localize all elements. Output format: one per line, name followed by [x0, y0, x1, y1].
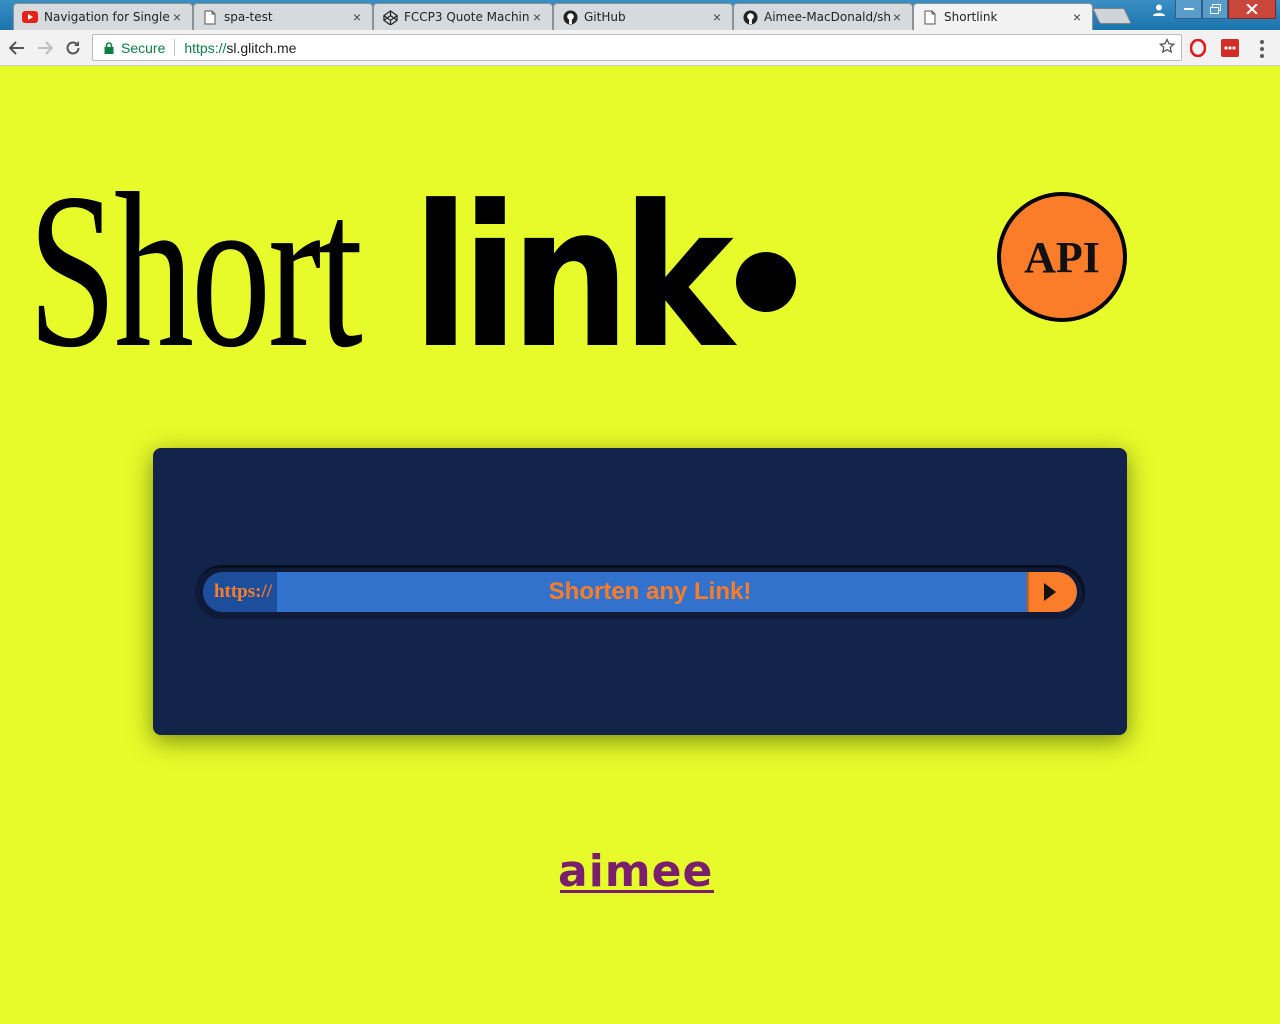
browser-tab[interactable]: Navigation for Single I ×	[13, 3, 193, 30]
user-icon[interactable]	[1148, 0, 1170, 19]
tab-label: Navigation for Single I	[44, 10, 170, 24]
url-prefix-label: https://	[203, 572, 277, 612]
logo-bold-word: link	[412, 164, 734, 392]
browser-tab[interactable]: Aimee-MacDonald/sh ×	[733, 3, 913, 30]
browser-tab[interactable]: FCCP3 Quote Machine ×	[373, 3, 553, 30]
brand-underline	[560, 890, 714, 893]
api-button[interactable]: API	[997, 192, 1127, 322]
url-input[interactable]	[277, 572, 1027, 612]
codepen-icon	[382, 9, 398, 25]
window-close-button[interactable]	[1228, 0, 1276, 19]
browser-tabstrip: Navigation for Single I × spa-test × FCC…	[0, 0, 1280, 30]
browser-toolbar: Secure https://sl.glitch.me	[0, 30, 1280, 66]
tab-label: spa-test	[224, 10, 273, 24]
close-icon[interactable]: ×	[530, 9, 544, 25]
shortlink-logo: Short link	[28, 160, 776, 382]
new-tab-button[interactable]	[1092, 8, 1132, 24]
close-icon[interactable]: ×	[890, 9, 904, 25]
play-arrow-icon	[1044, 583, 1056, 601]
page-icon	[202, 9, 218, 25]
browser-tab[interactable]: GitHub ×	[553, 3, 733, 30]
browser-tab-active[interactable]: Shortlink ×	[913, 3, 1093, 30]
secure-label: Secure	[121, 39, 166, 56]
brand-text: aimee	[558, 846, 714, 897]
forward-arrow-icon[interactable]	[34, 37, 56, 59]
url-host: sl.glitch.me	[226, 39, 297, 56]
github-icon	[742, 9, 758, 25]
shortener-form: https://	[203, 572, 1077, 612]
page-icon	[922, 9, 938, 25]
omnibox-divider	[174, 39, 176, 56]
tab-label: GitHub	[584, 10, 626, 24]
close-icon[interactable]: ×	[1070, 9, 1084, 25]
close-icon[interactable]: ×	[170, 9, 184, 25]
opera-extension-icon[interactable]	[1188, 38, 1208, 58]
bookmark-star-icon[interactable]	[1158, 37, 1176, 59]
tab-label: Shortlink	[944, 10, 998, 24]
youtube-icon	[22, 9, 38, 25]
back-arrow-icon[interactable]	[6, 37, 28, 59]
browser-menu-icon[interactable]	[1254, 40, 1270, 58]
reload-icon[interactable]	[62, 37, 84, 59]
url-scheme: https://	[184, 39, 227, 56]
close-icon[interactable]: ×	[710, 9, 724, 25]
logo-dot	[736, 252, 796, 312]
shorten-submit-button[interactable]	[1027, 572, 1077, 612]
tab-label: Aimee-MacDonald/sh	[764, 10, 890, 24]
minimize-button[interactable]	[1175, 0, 1202, 19]
aimee-brand-logo[interactable]: aimee	[558, 850, 716, 900]
restore-button[interactable]	[1202, 0, 1228, 19]
close-icon[interactable]: ×	[350, 9, 364, 25]
browser-tab[interactable]: spa-test ×	[193, 3, 373, 30]
tab-label: FCCP3 Quote Machine	[404, 10, 530, 24]
logo-serif-word: Short	[28, 148, 363, 394]
lastpass-extension-icon[interactable]	[1220, 38, 1240, 58]
address-bar[interactable]: Secure https://sl.glitch.me	[92, 34, 1182, 61]
github-icon	[562, 9, 578, 25]
lock-icon	[99, 41, 119, 54]
